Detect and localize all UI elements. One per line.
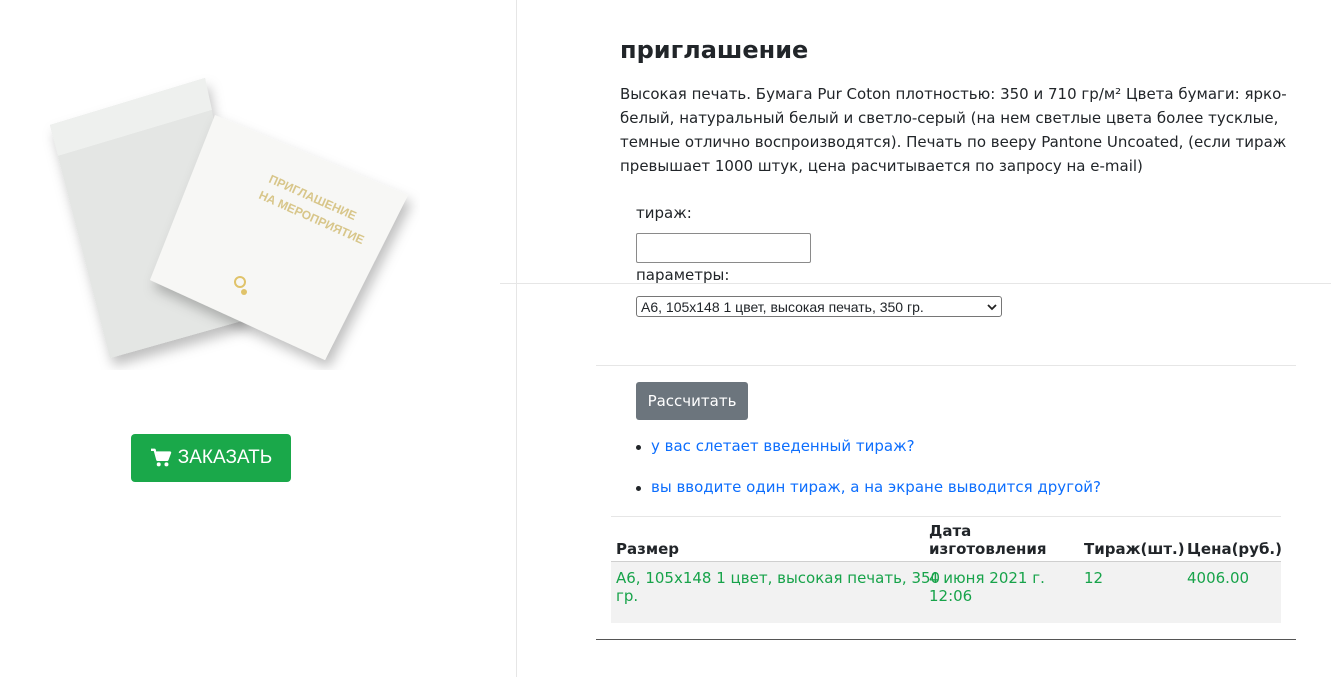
product-image: ПРИГЛАШЕНИЕ НА МЕРОПРИЯТИЕ <box>50 78 408 360</box>
chevron-down-icon <box>987 303 997 310</box>
order-button[interactable]: ЗАКАЗАТЬ <box>131 434 291 482</box>
product-description: Высокая печать. Бумага Pur Coton плотнос… <box>620 85 1287 175</box>
table-cell-qty: 12 <box>1084 569 1104 587</box>
table-cell-size-line2: гр. <box>616 587 639 605</box>
table-header-date: Дата изготовления <box>929 522 1047 558</box>
qty-label: тираж: <box>636 204 692 222</box>
table-cell-price: 4006.00 <box>1187 569 1250 587</box>
list-item: вы вводите один тираж, а на экране вывод… <box>636 478 1101 499</box>
help-link-qty-mismatch[interactable]: вы вводите один тираж, а на экране вывод… <box>651 478 1101 496</box>
divider <box>596 365 1296 366</box>
table-bottom-divider <box>596 639 1296 640</box>
table-cell-date-line2: 12:06 <box>929 587 973 605</box>
params-select[interactable]: А6, 105х148 1 цвет, высокая печать, 350 … <box>636 296 1002 317</box>
order-button-label: ЗАКАЗАТЬ <box>177 447 273 468</box>
table-cell-date: 4 июня 2021 г. 12:06 <box>929 569 1045 605</box>
table-cell-date-line1: 4 июня 2021 г. <box>929 569 1045 587</box>
table-header-qty: Тираж(шт.) <box>1084 540 1185 558</box>
product-image-column: ПРИГЛАШЕНИЕ НА МЕРОПРИЯТИЕ ЗАКАЗАТЬ <box>0 0 517 677</box>
params-label: параметры: <box>636 266 730 284</box>
page-title: приглашение <box>620 36 809 64</box>
params-select-value: А6, 105х148 1 цвет, высокая печать, 350 … <box>641 298 924 315</box>
qty-input[interactable] <box>636 233 811 263</box>
table-cell-size-line1: А6, 105х148 1 цвет, высокая печать, 350 <box>616 569 941 587</box>
help-links-list: у вас слетает введенный тираж? вы вводит… <box>636 437 1101 519</box>
product-details: приглашение Высокая печать. Бумага Pur C… <box>518 0 1331 677</box>
table-top-border <box>611 516 1281 517</box>
calculate-button[interactable]: Рассчитать <box>636 382 748 420</box>
help-link-qty-reset[interactable]: у вас слетает введенный тираж? <box>651 437 915 455</box>
table-header-date-line2: изготовления <box>929 540 1047 558</box>
table-header-size: Размер <box>616 540 680 558</box>
table-header-date-line1: Дата <box>929 522 972 540</box>
table-cell-size: А6, 105х148 1 цвет, высокая печать, 350 … <box>616 569 940 605</box>
list-item: у вас слетает введенный тираж? <box>636 437 1101 458</box>
table-header-price: Цена(руб.) <box>1187 540 1282 558</box>
cart-icon <box>150 448 172 467</box>
